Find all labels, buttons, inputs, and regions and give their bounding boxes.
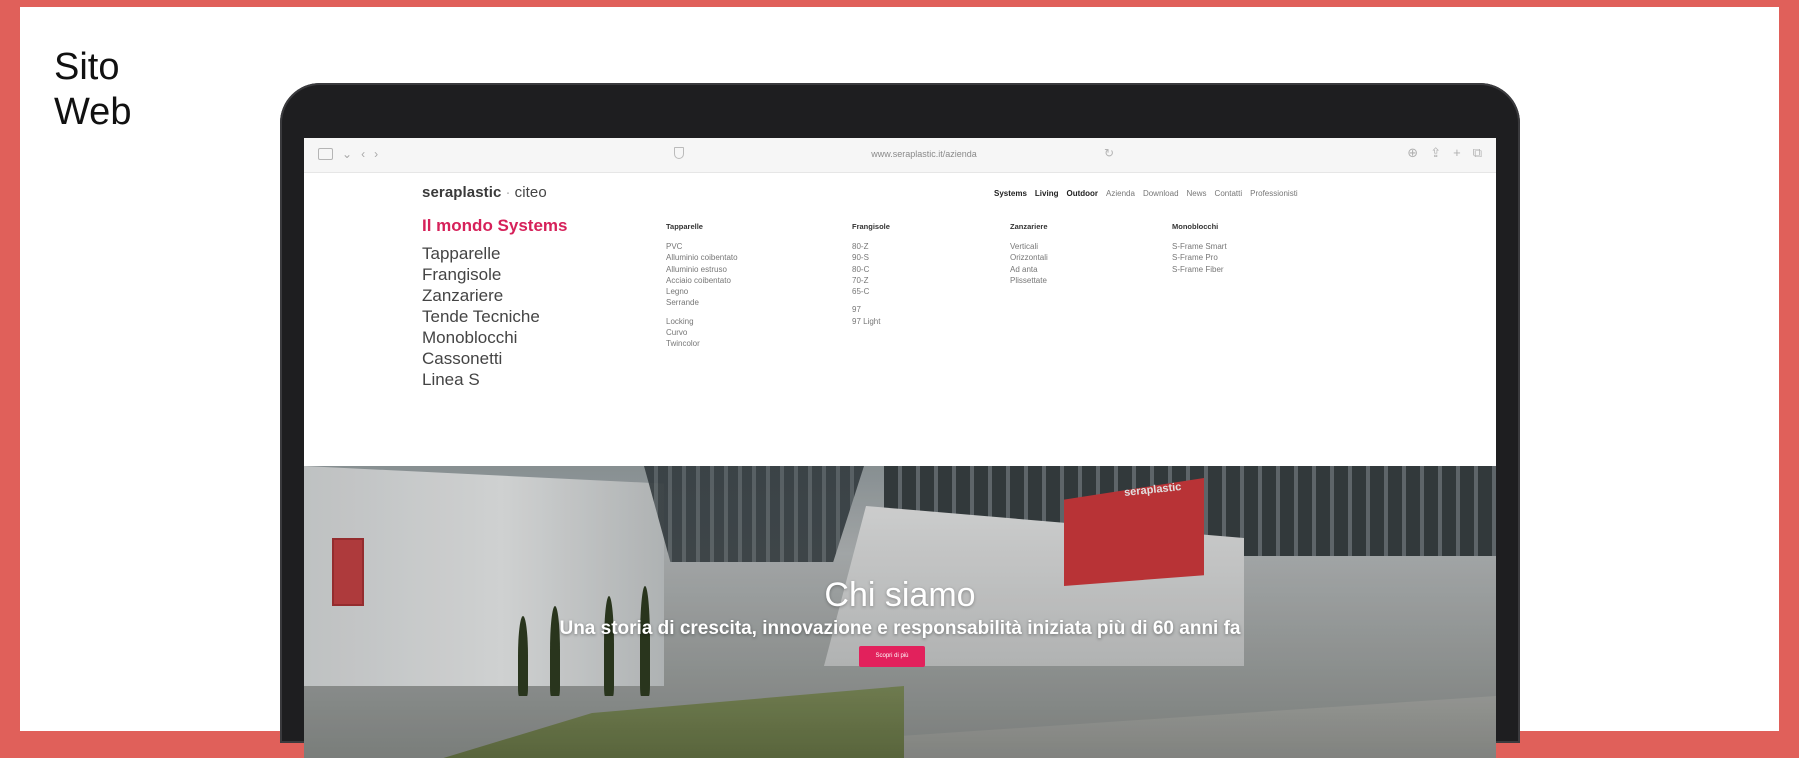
address-bar[interactable]: www.seraplastic.it/azienda: [804, 145, 1044, 163]
chevron-down-icon[interactable]: ⌄: [342, 147, 352, 161]
site-logo[interactable]: seraplastic · citeo: [422, 184, 547, 201]
browser-toolbar: ⌄ ‹ › www.seraplastic.it/azienda ↻ ⊕ ⇪ +…: [304, 138, 1496, 173]
category-tende-tecniche[interactable]: Tende Tecniche: [422, 306, 540, 327]
logo-citeo: citeo: [514, 184, 547, 201]
download-icon[interactable]: ⊕: [1407, 146, 1418, 160]
submenu-item[interactable]: S-Frame Fiber: [1172, 264, 1227, 275]
section-title: Sito Web: [54, 45, 194, 135]
laptop-mockup: ⌄ ‹ › www.seraplastic.it/azienda ↻ ⊕ ⇪ +…: [280, 83, 1520, 758]
logo-separator: ·: [505, 184, 511, 201]
submenu-item[interactable]: Legno: [666, 286, 738, 297]
category-cassonetti[interactable]: Cassonetti: [422, 348, 540, 369]
submenu-item[interactable]: Plissettate: [1010, 275, 1048, 286]
nav-news[interactable]: News: [1187, 189, 1207, 198]
category-frangisole[interactable]: Frangisole: [422, 264, 540, 285]
submenu-item[interactable]: 80-Z: [852, 241, 890, 252]
column-heading: Tapparelle: [666, 222, 703, 231]
submenu-item[interactable]: Orizzontali: [1010, 252, 1048, 263]
nav-outdoor[interactable]: Outdoor: [1066, 189, 1098, 198]
submenu-item[interactable]: 90-S: [852, 252, 890, 263]
submenu-item[interactable]: Alluminio estruso: [666, 264, 738, 275]
hero-title: Chi siamo: [824, 576, 976, 614]
submenu-item[interactable]: Acciaio coibentato: [666, 275, 738, 286]
submenu-item[interactable]: Locking: [666, 316, 738, 327]
main-categories: Tapparelle Frangisole Zanzariere Tende T…: [422, 243, 540, 390]
nav-living[interactable]: Living: [1035, 189, 1059, 198]
top-navigation: Systems Living Outdoor Azienda Download …: [994, 189, 1298, 198]
submenu-column-frangisole: Frangisole 80-Z 90-S 80-C 70-Z 65-C 97 9…: [852, 222, 890, 327]
reload-icon[interactable]: ↻: [1104, 146, 1114, 160]
submenu-item[interactable]: 65-C: [852, 286, 890, 297]
column-heading: Zanzariere: [1010, 222, 1048, 231]
hero-subtitle: Una storia di crescita, innovazione e re…: [559, 618, 1241, 639]
submenu-column-monoblocchi: Monoblocchi S-Frame Smart S-Frame Pro S-…: [1172, 222, 1227, 275]
nav-systems[interactable]: Systems: [994, 189, 1027, 198]
category-tapparelle[interactable]: Tapparelle: [422, 243, 540, 264]
submenu-item[interactable]: Serrande: [666, 297, 738, 308]
back-icon[interactable]: ‹: [361, 147, 365, 161]
section-title-line-1: Sito: [54, 46, 120, 88]
discover-more-button[interactable]: Scopri di più: [859, 646, 925, 667]
menu-heading: Il mondo Systems: [422, 216, 568, 235]
forward-icon[interactable]: ›: [374, 147, 378, 161]
submenu-item[interactable]: Curvo: [666, 327, 738, 338]
nav-azienda[interactable]: Azienda: [1106, 189, 1135, 198]
nav-download[interactable]: Download: [1143, 189, 1179, 198]
nav-contatti[interactable]: Contatti: [1215, 189, 1243, 198]
submenu-item[interactable]: Ad anta: [1010, 264, 1048, 275]
new-tab-icon[interactable]: +: [1453, 146, 1461, 160]
submenu-item[interactable]: S-Frame Smart: [1172, 241, 1227, 252]
submenu-item[interactable]: 70-Z: [852, 275, 890, 286]
submenu-item[interactable]: 80-C: [852, 264, 890, 275]
logo-seraplastic: seraplastic: [422, 184, 502, 201]
submenu-item[interactable]: S-Frame Pro: [1172, 252, 1227, 263]
submenu-item[interactable]: Verticali: [1010, 241, 1048, 252]
privacy-shield-icon[interactable]: [674, 147, 684, 159]
submenu-item[interactable]: Alluminio coibentato: [666, 252, 738, 263]
hero-banner: seraplastic Chi siamo Una storia di cres…: [304, 466, 1496, 758]
submenu-column-tapparelle: Tapparelle PVC Alluminio coibentato Allu…: [666, 222, 738, 350]
mega-menu: Il mondo Systems Tapparelle Frangisole Z…: [304, 208, 1496, 466]
section-title-line-2: Web: [54, 91, 132, 133]
share-icon[interactable]: ⇪: [1430, 146, 1441, 160]
tab-overview-icon[interactable]: ⧉: [1473, 146, 1482, 160]
laptop-screen: ⌄ ‹ › www.seraplastic.it/azienda ↻ ⊕ ⇪ +…: [304, 138, 1496, 758]
category-linea-s[interactable]: Linea S: [422, 369, 540, 390]
category-monoblocchi[interactable]: Monoblocchi: [422, 327, 540, 348]
submenu-item[interactable]: PVC: [666, 241, 738, 252]
submenu-column-zanzariere: Zanzariere Verticali Orizzontali Ad anta…: [1010, 222, 1048, 286]
site-header: seraplastic · citeo Systems Living Outdoor…: [304, 172, 1496, 208]
column-heading: Monoblocchi: [1172, 222, 1219, 231]
submenu-item[interactable]: 97: [852, 304, 890, 315]
sidebar-toggle-icon[interactable]: [318, 148, 333, 160]
category-zanzariere[interactable]: Zanzariere: [422, 285, 540, 306]
submenu-item[interactable]: Twincolor: [666, 338, 738, 349]
nav-professionisti[interactable]: Professionisti: [1250, 189, 1298, 198]
column-heading: Frangisole: [852, 222, 890, 231]
submenu-item[interactable]: 97 Light: [852, 316, 890, 327]
